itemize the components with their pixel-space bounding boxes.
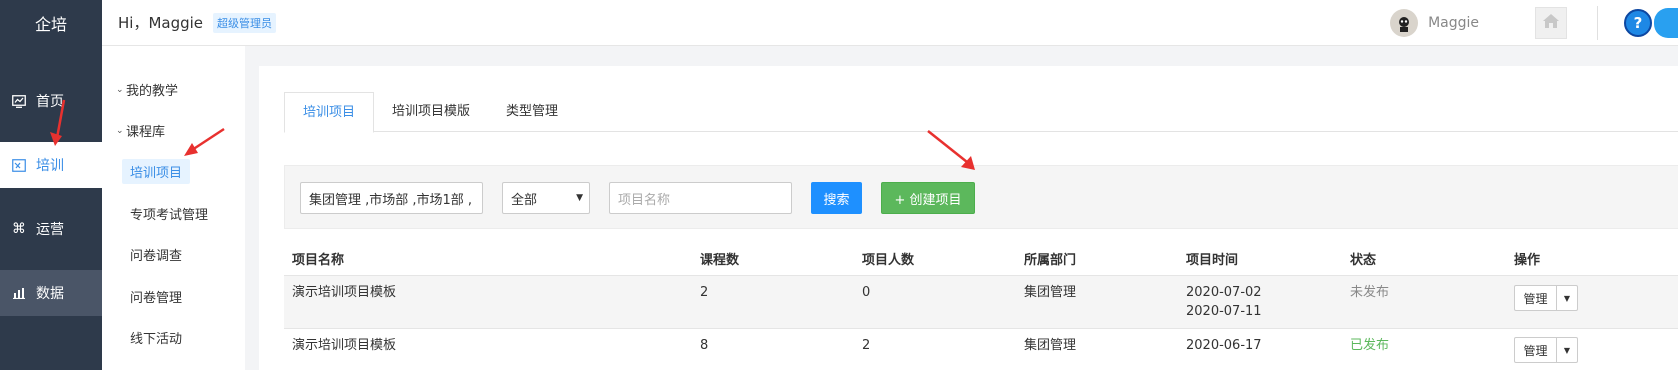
column-header: 状态 <box>1350 253 1377 268</box>
status-select[interactable]: 全部 ▼ <box>502 182 590 214</box>
cell-time-start: 2020-07-02 <box>1186 285 1262 300</box>
cell-status: 已发布 <box>1350 338 1390 353</box>
cell-status: 未发布 <box>1350 285 1390 300</box>
column-header: 项目时间 <box>1186 253 1239 268</box>
caret-down-icon: ▼ <box>576 193 583 203</box>
divider <box>1597 6 1598 40</box>
brand-logo: 企培 <box>34 15 67 34</box>
chevron-down-icon: ⌄ <box>116 125 124 136</box>
tab-training-projects[interactable]: 培训项目 <box>284 92 375 133</box>
content-panel: 培训项目 培训项目模版 类型管理 集团管理 ,市场部 ,市场1部 , 全部 ▼ … <box>259 66 1678 370</box>
nav-item-operations[interactable]: ⌘ 运营 <box>0 206 102 252</box>
nav-label: 数据 <box>36 286 64 302</box>
column-header: 项目人数 <box>862 253 915 268</box>
subnav-item-exam-management[interactable]: 专项考试管理 <box>122 201 216 226</box>
filter-bar: 集团管理 ,市场部 ,市场1部 , 全部 ▼ 项目名称 搜索 + 创建项目 <box>284 165 1678 229</box>
help-icon: ? <box>1633 14 1643 32</box>
nav-item-data[interactable]: 数据 <box>0 270 102 316</box>
command-icon: ⌘ <box>12 221 26 237</box>
column-header: 所属部门 <box>1024 253 1077 268</box>
bar-chart-icon <box>12 287 30 299</box>
table-row[interactable]: 演示培训项目模板 8 2 集团管理 2020-06-17 已发布 管理 ▼ <box>284 328 1678 368</box>
chart-icon <box>12 94 30 108</box>
cell-project-name: 演示培训项目模板 <box>292 285 397 300</box>
manage-button[interactable]: 管理 <box>1515 338 1557 362</box>
project-name-input[interactable]: 项目名称 <box>609 182 792 214</box>
nav-label: 培训 <box>36 158 64 174</box>
create-project-button[interactable]: + 创建项目 <box>881 182 975 214</box>
main-sidebar: 企培 首页 培训 ⌘ 运营 数据 <box>0 0 102 370</box>
cell-time-start: 2020-06-17 <box>1186 338 1262 353</box>
username[interactable]: Maggie <box>1428 15 1479 31</box>
training-icon <box>12 158 30 172</box>
column-header: 项目名称 <box>292 253 345 268</box>
home-icon <box>1542 13 1560 33</box>
avatar[interactable] <box>1390 9 1419 37</box>
subnav-group-my-teaching[interactable]: ⌄ 我的教学 <box>116 80 178 99</box>
manage-split-button: 管理 ▼ <box>1514 337 1578 363</box>
department-select[interactable]: 集团管理 ,市场部 ,市场1部 , <box>300 182 483 214</box>
cell-time-end: 2020-07-11 <box>1186 304 1262 319</box>
top-header: Hi，Maggie 超级管理员 Maggie ? <box>102 0 1678 46</box>
nav-item-home[interactable]: 首页 <box>0 78 102 124</box>
column-header: 操作 <box>1514 253 1541 268</box>
nav-label: 运营 <box>36 222 64 238</box>
search-button[interactable]: 搜索 <box>811 182 862 214</box>
cell-people-count: 0 <box>862 285 871 300</box>
subnav-group-label: 课程库 <box>126 125 166 140</box>
cell-course-count: 8 <box>700 338 709 353</box>
tab-project-templates[interactable]: 培训项目模版 <box>374 92 488 132</box>
nav-item-training[interactable]: 培训 <box>0 142 102 188</box>
manage-button[interactable]: 管理 <box>1515 286 1557 310</box>
chat-bubble-icon[interactable] <box>1654 8 1678 38</box>
cell-course-count: 2 <box>700 285 709 300</box>
cell-project-name: 演示培训项目模板 <box>292 338 397 353</box>
subnav-item-training-projects[interactable]: 培训项目 <box>122 159 191 184</box>
cell-department: 集团管理 <box>1024 338 1077 353</box>
subnav-item-offline-activity[interactable]: 线下活动 <box>122 325 190 350</box>
chevron-down-icon: ⌄ <box>116 84 124 95</box>
sub-sidebar: ⌄ 我的教学 ⌄ 课程库 培训项目 专项考试管理 问卷调查 问卷管理 线下活动 <box>102 46 245 370</box>
caret-down-icon[interactable]: ▼ <box>1557 286 1577 310</box>
help-button[interactable]: ? <box>1624 9 1652 37</box>
home-button[interactable] <box>1535 7 1567 39</box>
greeting-text: Hi，Maggie <box>118 14 204 32</box>
subnav-group-course-library[interactable]: ⌄ 课程库 <box>116 121 165 140</box>
nav-label: 首页 <box>36 94 64 110</box>
subnav-item-questionnaire-management[interactable]: 问卷管理 <box>122 284 190 309</box>
subnav-item-survey[interactable]: 问卷调查 <box>122 242 190 267</box>
table-row[interactable]: 演示培训项目模板 2 0 集团管理 2020-07-02 2020-07-11 … <box>284 275 1678 328</box>
subnav-group-label: 我的教学 <box>126 84 179 99</box>
tab-bar: 培训项目 培训项目模版 类型管理 <box>284 92 1678 133</box>
column-header: 课程数 <box>700 253 740 268</box>
cell-department: 集团管理 <box>1024 285 1077 300</box>
role-badge: 超级管理员 <box>213 12 277 33</box>
cell-people-count: 2 <box>862 338 871 353</box>
caret-down-icon[interactable]: ▼ <box>1557 338 1577 362</box>
status-select-value: 全部 <box>511 192 538 208</box>
manage-split-button: 管理 ▼ <box>1514 285 1578 311</box>
tab-type-management[interactable]: 类型管理 <box>488 92 576 132</box>
